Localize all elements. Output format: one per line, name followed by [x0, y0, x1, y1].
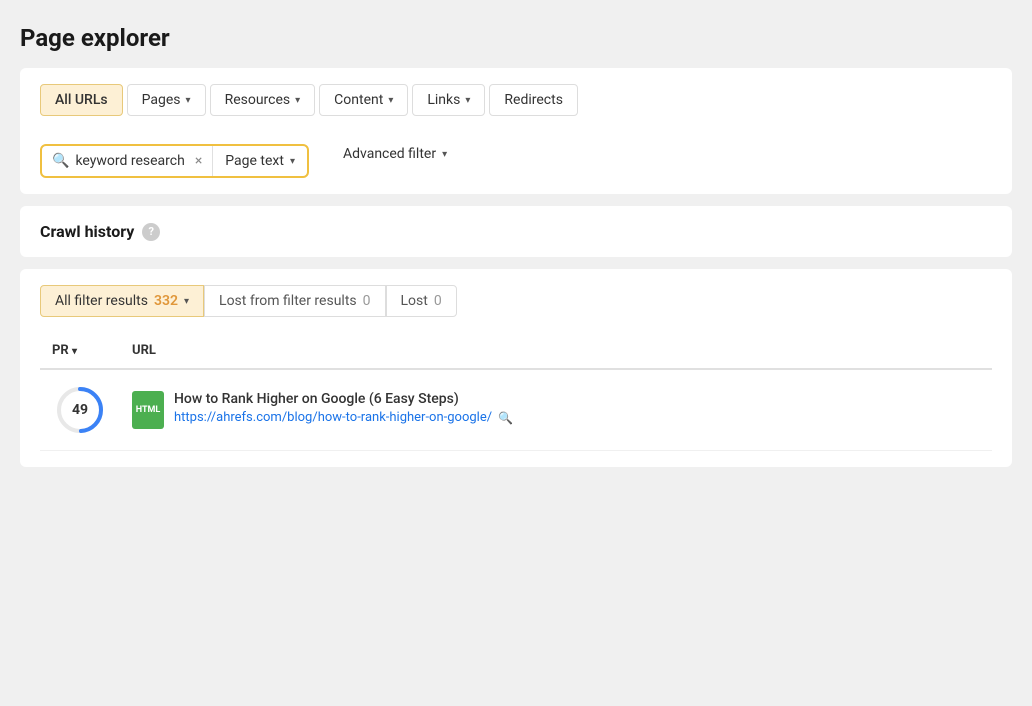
results-card: All filter results 332 ▾ Lost from filte…	[20, 269, 1012, 467]
col-header-pr[interactable]: PR ▾	[40, 333, 120, 369]
results-tab-all-label: All filter results	[55, 293, 148, 309]
crawl-history-help-icon[interactable]: ?	[142, 223, 160, 241]
tab-links-arrow: ▾	[465, 95, 470, 106]
tab-redirects-label: Redirects	[504, 92, 563, 108]
page-text-label: Page text	[225, 153, 284, 169]
page-title-text: How to Rank Higher on Google (6 Easy Ste…	[174, 391, 513, 407]
crawl-history-label: Crawl history	[40, 222, 134, 241]
crawl-history-title: Crawl history ?	[40, 222, 992, 241]
results-bar: All filter results 332 ▾ Lost from filte…	[40, 285, 992, 317]
html-file-icon: HTML	[132, 391, 164, 429]
results-tab-all-count: 332	[154, 293, 178, 309]
results-table: PR ▾ URL	[40, 333, 992, 451]
filter-card: All URLs Pages ▾ Resources ▾ Content ▾ L…	[20, 68, 1012, 194]
col-pr-sort-icon: ▾	[72, 346, 77, 357]
tab-resources-label: Resources	[225, 92, 291, 108]
page-text-dropdown[interactable]: Page text ▾	[213, 146, 307, 176]
tab-pages[interactable]: Pages ▾	[127, 84, 206, 116]
url-link-row: https://ahrefs.com/blog/how-to-rank-high…	[174, 410, 513, 425]
col-url-label: URL	[132, 343, 156, 358]
results-tab-lost[interactable]: Lost 0	[386, 285, 457, 317]
results-tab-lost-from-filter-label: Lost from filter results	[219, 293, 357, 309]
url-search-icon[interactable]: 🔍	[498, 411, 513, 425]
search-field[interactable]: 🔍 keyword research ×	[42, 146, 213, 176]
crawl-history-card: Crawl history ?	[20, 206, 1012, 257]
search-value: keyword research	[75, 153, 184, 169]
page-wrapper: Page explorer All URLs Pages ▾ Resources…	[0, 0, 1032, 706]
col-header-url: URL	[120, 333, 992, 369]
tab-resources-arrow: ▾	[295, 95, 300, 106]
tab-links-label: Links	[427, 92, 460, 108]
url-info: How to Rank Higher on Google (6 Easy Ste…	[174, 391, 513, 425]
tab-pages-arrow: ▾	[186, 95, 191, 106]
tab-content-label: Content	[334, 92, 383, 108]
pr-value: 49	[72, 402, 88, 418]
file-type-label: HTML	[136, 405, 161, 415]
tab-content[interactable]: Content ▾	[319, 84, 408, 116]
advanced-filter-label: Advanced filter	[343, 146, 436, 162]
col-pr-label: PR	[52, 343, 69, 358]
tab-all-urls-label: All URLs	[55, 92, 108, 108]
search-icon: 🔍	[52, 153, 69, 169]
tab-redirects[interactable]: Redirects	[489, 84, 578, 116]
url-cell: HTML How to Rank Higher on Google (6 Eas…	[120, 369, 992, 451]
tab-content-arrow: ▾	[388, 95, 393, 106]
clear-search-button[interactable]: ×	[195, 153, 202, 169]
tab-resources[interactable]: Resources ▾	[210, 84, 316, 116]
pr-cell: 49	[40, 369, 120, 451]
results-tab-lost-count: 0	[434, 293, 442, 309]
advanced-filter-arrow: ▾	[442, 149, 447, 160]
results-tab-all-arrow: ▾	[184, 296, 189, 307]
table-row: 49 HTML How to Rank Higher on Google (6 …	[40, 369, 992, 451]
filter-row: 🔍 keyword research × Page text ▾	[40, 144, 309, 178]
page-title: Page explorer	[20, 24, 1012, 52]
page-text-arrow: ▾	[290, 156, 295, 167]
results-tab-all[interactable]: All filter results 332 ▾	[40, 285, 204, 317]
url-link[interactable]: https://ahrefs.com/blog/how-to-rank-high…	[174, 410, 492, 425]
tab-all-urls[interactable]: All URLs	[40, 84, 123, 116]
tab-links[interactable]: Links ▾	[412, 84, 485, 116]
results-tab-lost-label: Lost	[401, 293, 428, 309]
results-tab-lost-from-filter[interactable]: Lost from filter results 0	[204, 285, 385, 317]
results-tab-lost-from-filter-count: 0	[363, 293, 371, 309]
url-cell-inner: HTML How to Rank Higher on Google (6 Eas…	[132, 391, 980, 429]
advanced-filter-button[interactable]: Advanced filter ▾	[329, 139, 461, 169]
pr-circle: 49	[54, 384, 106, 436]
tab-pages-label: Pages	[142, 92, 181, 108]
tab-bar: All URLs Pages ▾ Resources ▾ Content ▾ L…	[40, 84, 992, 116]
